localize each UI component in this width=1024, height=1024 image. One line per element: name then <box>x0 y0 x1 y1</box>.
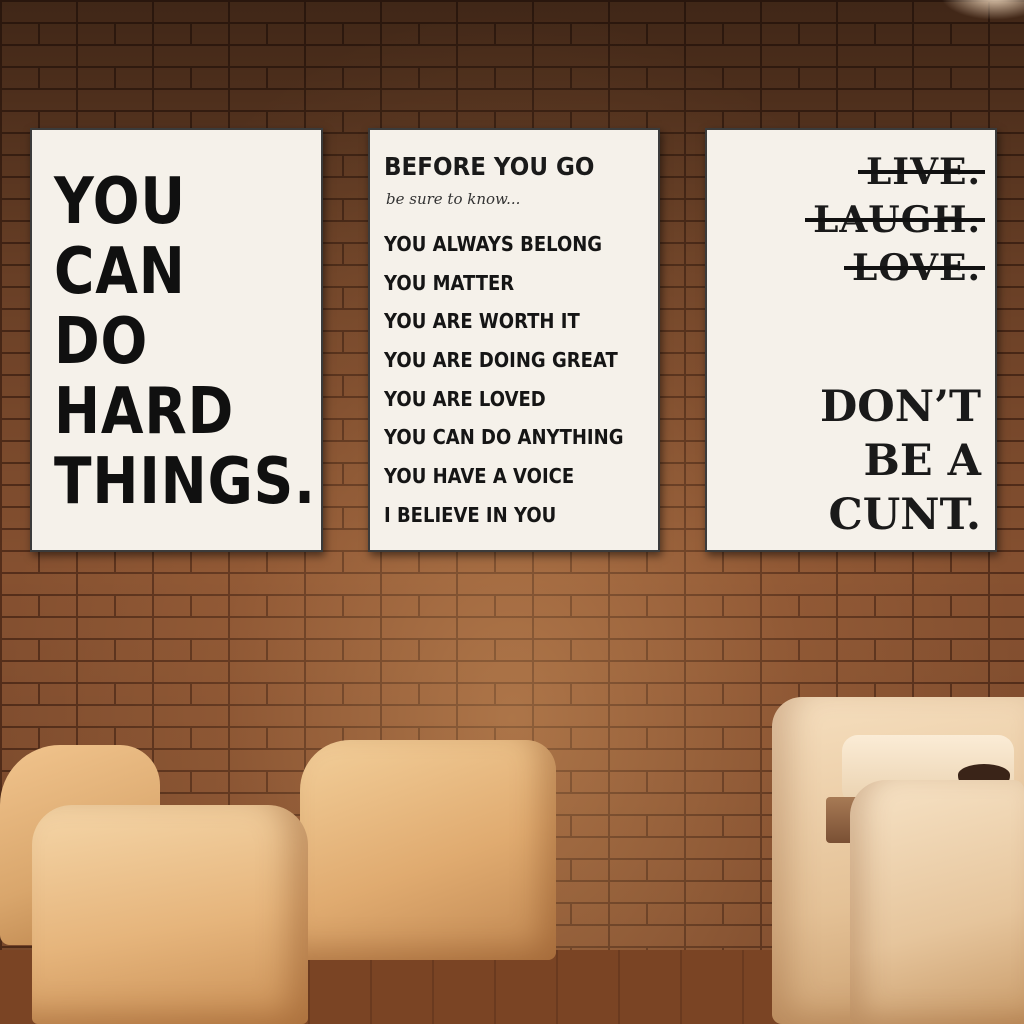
list-item: YOU ARE DOING GREAT <box>384 348 618 373</box>
poster-2-title: BEFORE YOU GO <box>384 152 595 181</box>
list-item: YOU HAVE A VOICE <box>384 464 575 489</box>
poster-1-line: DO <box>54 305 149 379</box>
poster-1-line: THINGS. <box>54 445 316 519</box>
poster-3-struck-block: LIVE. LAUGH. LOVE. <box>813 148 981 292</box>
list-item: YOU MATTER <box>384 270 515 295</box>
poster-3-line: CUNT. <box>828 490 981 540</box>
list-item: YOU ALWAYS BELONG <box>384 232 603 256</box>
poster-3-line: DON’T <box>819 382 981 432</box>
list-item: YOU ARE WORTH IT <box>384 309 580 334</box>
list-item: YOU ARE LOVED <box>384 386 546 411</box>
poster-3-bottom-block: DON’T BE A CUNT. <box>820 380 981 542</box>
struck-line: LOVE. <box>852 244 981 292</box>
armchair-right-front <box>850 780 1024 1024</box>
armchair-left-front <box>32 805 308 1024</box>
poster-before-you-go: BEFORE YOU GO be sure to know... YOU ALW… <box>368 128 660 552</box>
poster-3-line: BE A <box>863 436 981 486</box>
poster-2-list: YOU ALWAYS BELONG YOU MATTER YOU ARE WOR… <box>384 230 650 540</box>
struck-line: LIVE. <box>866 148 981 196</box>
poster-1-line: HARD <box>54 375 235 449</box>
poster-1-line: YOU <box>54 165 186 239</box>
poster-1-line: CAN <box>54 235 186 309</box>
armchair-middle <box>300 740 556 960</box>
list-item: I BELIEVE IN YOU <box>384 502 557 527</box>
poster-live-laugh-love: LIVE. LAUGH. LOVE. DON’T BE A CUNT. <box>705 128 997 552</box>
poster-2-subtitle: be sure to know... <box>386 190 521 208</box>
struck-line: LAUGH. <box>813 196 981 244</box>
list-item: YOU CAN DO ANYTHING <box>384 425 624 450</box>
poster-you-can-do-hard-things: YOU CAN DO HARD THINGS. <box>30 128 323 552</box>
